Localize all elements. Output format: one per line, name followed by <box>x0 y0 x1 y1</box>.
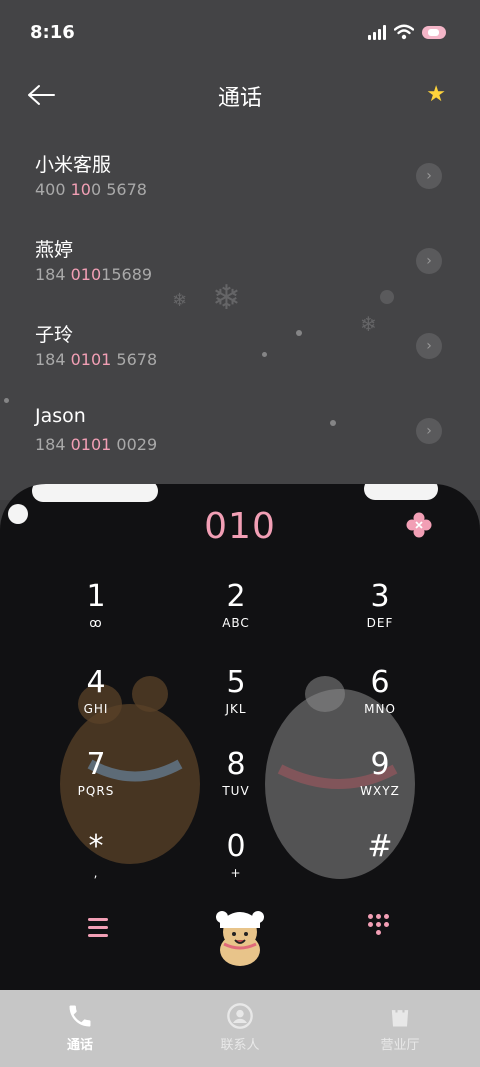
key-3[interactable]: 3 DEF <box>320 580 440 660</box>
key-letters: JKL <box>225 702 247 716</box>
chevron-right-icon[interactable]: › <box>416 418 442 444</box>
tab-contacts[interactable]: 联系人 <box>160 990 320 1067</box>
contact-row[interactable]: 子玲 184 0101 5678 › <box>0 308 480 393</box>
number-match: 0101 <box>70 435 112 454</box>
key-8[interactable]: 8 TUV <box>176 748 296 828</box>
key-letters: PQRS <box>77 784 115 798</box>
key-letters: , <box>93 866 99 880</box>
key-digit: 9 <box>370 747 390 782</box>
number-suffix: 0 5678 <box>90 180 147 199</box>
key-4[interactable]: 4 GHI <box>36 666 156 746</box>
signal-icon <box>368 24 386 40</box>
key-letters: + <box>230 866 242 880</box>
contact-row[interactable]: 小米客服 400 100 5678 › <box>0 138 480 223</box>
status-icons <box>368 24 446 40</box>
tab-label: 通话 <box>66 1038 93 1053</box>
key-digit: 4 <box>86 665 106 700</box>
key-digit: 7 <box>86 747 106 782</box>
contact-name: 子玲 <box>35 324 74 346</box>
number-prefix: 400 <box>35 180 71 199</box>
bottom-tab-bar: 通话 联系人 营业厅 <box>0 990 480 1067</box>
voicemail-icon: ꝏ <box>89 616 103 630</box>
number-prefix: 184 <box>35 435 71 454</box>
key-digit: 8 <box>226 747 246 782</box>
key-1[interactable]: 1ꝏ <box>36 580 156 660</box>
key-9[interactable]: 9 WXYZ <box>320 748 440 828</box>
status-time: 8:16 <box>30 22 75 43</box>
key-digit: # <box>367 829 393 864</box>
star-icon[interactable]: ★ <box>426 82 446 107</box>
call-button[interactable] <box>210 902 270 968</box>
number-prefix: 184 <box>35 350 71 369</box>
contact-number: 184 0101 5678 <box>35 350 157 369</box>
key-letters: WXYZ <box>360 784 400 798</box>
tab-service-hall[interactable]: 营业厅 <box>320 990 480 1067</box>
person-icon <box>227 1003 253 1029</box>
chevron-right-icon[interactable]: › <box>416 248 442 274</box>
key-letters: DEF <box>366 616 394 630</box>
shop-icon <box>391 1004 409 1027</box>
number-match: 010 <box>70 265 102 284</box>
contact-row[interactable]: Jason 184 0101 0029 › <box>0 393 480 478</box>
menu-icon[interactable] <box>88 918 108 942</box>
key-letters: ABC <box>222 616 250 630</box>
contact-number: 400 100 5678 <box>35 180 147 199</box>
number-match: 0101 <box>70 350 112 369</box>
wifi-icon <box>394 24 414 40</box>
dialer-actions <box>0 890 480 980</box>
number-match: 10 <box>70 180 91 199</box>
phone-icon <box>69 1005 91 1027</box>
tab-label: 营业厅 <box>380 1038 420 1053</box>
status-bar: 8:16 <box>0 0 480 64</box>
snow-cap <box>364 484 438 500</box>
snow-cap <box>32 484 158 502</box>
number-suffix: 15689 <box>101 265 153 284</box>
number-suffix: 0029 <box>111 435 158 454</box>
key-2[interactable]: 2 ABC <box>176 580 296 660</box>
key-digit: 6 <box>370 665 390 700</box>
key-digit: 0 <box>226 829 246 864</box>
number-prefix: 184 <box>35 265 71 284</box>
chevron-right-icon[interactable]: › <box>416 333 442 359</box>
key-digit: 2 <box>226 579 246 614</box>
header: 通话 ★ <box>0 70 480 120</box>
key-digit: 3 <box>370 579 390 614</box>
battery-icon <box>422 25 446 39</box>
key-7[interactable]: 7 PQRS <box>36 748 156 828</box>
contact-suggestion-list: 小米客服 400 100 5678 › 燕婷 184 01015689 › 子玲… <box>0 138 480 478</box>
delete-icon[interactable] <box>406 512 432 538</box>
tab-calls[interactable]: 通话 <box>0 990 160 1067</box>
key-letters: MNO <box>364 702 396 716</box>
key-letters: TUV <box>222 784 250 798</box>
dialpad-icon[interactable] <box>368 914 389 935</box>
contact-name: 燕婷 <box>35 239 74 261</box>
key-5[interactable]: 5 JKL <box>176 666 296 746</box>
key-6[interactable]: 6 MNO <box>320 666 440 746</box>
contact-name: Jason <box>35 405 86 427</box>
contact-number: 184 0101 0029 <box>35 435 157 454</box>
key-digit: * <box>88 829 104 864</box>
number-suffix: 5678 <box>111 350 158 369</box>
contact-row[interactable]: 燕婷 184 01015689 › <box>0 223 480 308</box>
chevron-right-icon[interactable]: › <box>416 163 442 189</box>
page-title: 通话 <box>217 86 262 111</box>
contact-name: 小米客服 <box>35 154 112 176</box>
key-digit: 1 <box>86 579 106 614</box>
contact-number: 184 01015689 <box>35 265 152 284</box>
key-letters: GHI <box>83 702 109 716</box>
tab-label: 联系人 <box>220 1038 260 1053</box>
key-digit: 5 <box>226 665 246 700</box>
